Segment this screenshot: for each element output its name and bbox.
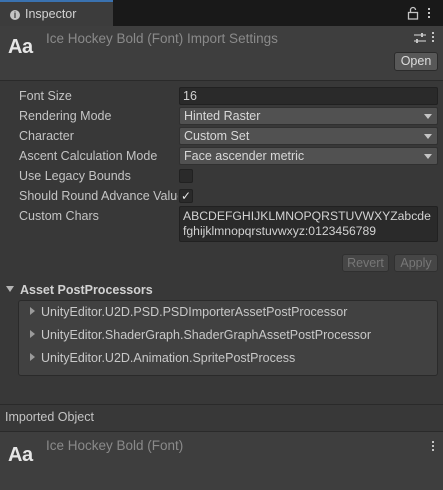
ascent-mode-label: Ascent Calculation Mode [19, 149, 158, 163]
foldout-arrow-icon [30, 330, 35, 338]
tab-inspector[interactable]: i Inspector [0, 0, 113, 26]
legacy-bounds-label: Use Legacy Bounds [19, 169, 131, 183]
foldout-arrow-icon [30, 353, 35, 361]
character-dropdown[interactable]: Custom Set [179, 127, 438, 145]
round-advance-checkbox[interactable]: ✓ [179, 189, 193, 203]
rendering-mode-label: Rendering Mode [19, 109, 112, 123]
character-value: Custom Set [184, 129, 250, 143]
kebab-menu-icon[interactable] [431, 441, 435, 453]
tab-title: Inspector [25, 7, 77, 21]
imported-object-header: Aa Ice Hockey Bold (Font) [0, 431, 443, 490]
character-label: Character [19, 129, 74, 143]
ascent-mode-value: Face ascender metric [184, 149, 305, 163]
list-item[interactable]: UnityEditor.U2D.PSD.PSDImporterAssetPost… [30, 305, 347, 319]
apply-button[interactable]: Apply [394, 254, 438, 272]
revert-button[interactable]: Revert [342, 254, 389, 272]
lock-icon[interactable] [406, 6, 420, 20]
inspector-header: Aa Ice Hockey Bold (Font) Import Setting… [0, 26, 443, 81]
rendering-mode-value: Hinted Raster [184, 109, 261, 123]
postprocessors-title: Asset PostProcessors [20, 283, 153, 297]
custom-chars-label: Custom Chars [19, 209, 99, 223]
tab-bar: i Inspector [0, 0, 443, 26]
info-icon: i [10, 10, 20, 20]
foldout-arrow-icon [6, 286, 14, 292]
legacy-bounds-checkbox[interactable] [179, 169, 193, 183]
kebab-menu-icon[interactable] [427, 6, 433, 20]
rendering-mode-dropdown[interactable]: Hinted Raster [179, 107, 438, 125]
font-size-field[interactable]: 16 [179, 87, 438, 105]
checkmark-icon: ✓ [181, 189, 192, 203]
ascent-mode-dropdown[interactable]: Face ascender metric [179, 147, 438, 165]
open-button[interactable]: Open [394, 52, 438, 71]
preset-sliders-icon[interactable] [413, 32, 427, 44]
chevron-down-icon [424, 134, 432, 139]
chevron-down-icon [424, 154, 432, 159]
round-advance-label: Should Round Advance Value [19, 189, 178, 203]
imported-object-title: Ice Hockey Bold (Font) [46, 438, 184, 453]
font-asset-icon: Aa [8, 444, 33, 466]
list-item[interactable]: UnityEditor.ShaderGraph.ShaderGraphAsset… [30, 328, 371, 342]
list-item[interactable]: UnityEditor.U2D.Animation.SpritePostProc… [30, 351, 295, 365]
imported-object-label: Imported Object [5, 410, 94, 424]
kebab-menu-icon[interactable] [431, 32, 435, 44]
custom-chars-field[interactable]: ABCDEFGHIJKLMNOPQRSTUVWXYZabcdefghijklmn… [179, 206, 438, 242]
divider [0, 404, 443, 405]
header-title: Ice Hockey Bold (Font) Import Settings [46, 31, 278, 46]
postprocessors-foldout[interactable]: Asset PostProcessors [0, 280, 443, 300]
foldout-arrow-icon [30, 307, 35, 315]
chevron-down-icon [424, 114, 432, 119]
font-asset-icon: Aa [8, 36, 33, 58]
font-size-label: Font Size [19, 89, 72, 103]
